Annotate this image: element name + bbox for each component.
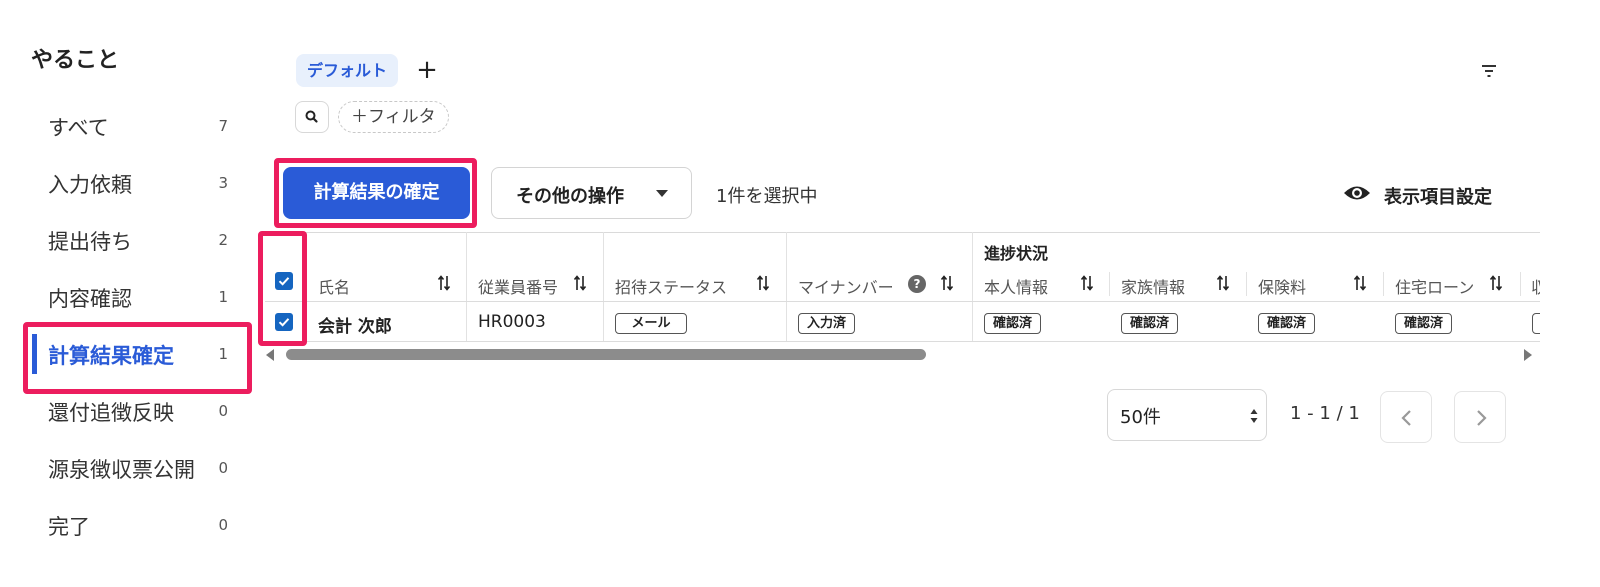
sort-icon[interactable] (1353, 274, 1367, 292)
next-page-button[interactable] (1454, 391, 1506, 443)
prev-page-button[interactable] (1380, 391, 1432, 443)
tab-default[interactable]: デフォルト (296, 54, 399, 87)
sidebar-item-label: 源泉徴収票公開 (48, 458, 195, 482)
self-info-badge: 確認済 (984, 313, 1042, 334)
sidebar-title: やること (31, 48, 120, 73)
header-bottom-border (265, 301, 1540, 302)
sidebar: やること すべて 7 入力依頼 3 提出待ち 2 内容確認 1 計算結果確定 1… (0, 0, 262, 587)
sidebar-item-count: 7 (218, 117, 228, 135)
chevron-left-icon (1401, 410, 1411, 426)
sidebar-item-all[interactable]: すべて 7 (28, 102, 250, 150)
search-button[interactable] (295, 101, 329, 133)
sidebar-item-count: 1 (218, 288, 228, 306)
column-divider (1520, 272, 1521, 296)
sort-icon[interactable] (573, 274, 587, 292)
sort-icon[interactable] (1080, 274, 1094, 292)
add-tab-button[interactable]: + (414, 56, 440, 84)
sidebar-item-count: 0 (218, 516, 228, 534)
sidebar-item-count: 0 (218, 459, 228, 477)
sidebar-item-label: すべて (48, 116, 109, 140)
sidebar-item-done[interactable]: 完了 0 (28, 501, 250, 549)
sidebar-item-label: 完了 (48, 515, 90, 539)
column-divider (1246, 272, 1247, 296)
sidebar-item-label: 提出待ち (48, 230, 132, 254)
column-header-family-info[interactable]: 家族情報 (1121, 274, 1185, 298)
column-divider (603, 232, 604, 342)
column-header-name[interactable]: 氏名 (318, 274, 350, 298)
page-range-text: 1 - 1 / 1 (1290, 403, 1360, 424)
sidebar-item-count: 0 (218, 402, 228, 420)
invite-status-badge: メール (615, 313, 687, 334)
sidebar-item-content-review[interactable]: 内容確認 1 (28, 273, 250, 321)
insurance-badge: 確認済 (1258, 313, 1316, 334)
sidebar-item-count: 3 (218, 174, 228, 192)
column-header-self-info[interactable]: 本人情報 (984, 274, 1048, 298)
scroll-left-arrow[interactable] (266, 349, 274, 361)
sort-icon[interactable] (756, 274, 770, 292)
column-header-employee-no[interactable]: 従業員番号 (478, 274, 558, 298)
cell-name[interactable]: 会計 次郎 (318, 312, 392, 337)
column-header-housing-loan[interactable]: 住宅ローン (1395, 274, 1474, 298)
per-page-value: 50件 (1120, 407, 1161, 428)
other-actions-dropdown[interactable]: その他の操作 (491, 167, 692, 219)
sort-icon[interactable] (1216, 274, 1230, 292)
display-settings-label: 表示項目設定 (1384, 187, 1492, 208)
progress-group-header: 進捗状況 (984, 244, 1049, 263)
select-arrows-icon (1250, 409, 1258, 423)
housing-loan-badge: 確認済 (1395, 313, 1453, 334)
annotation-highlight-sidebar (23, 322, 252, 394)
table-top-border (265, 232, 1540, 233)
search-icon (305, 110, 318, 123)
sidebar-item-label: 還付追徴反映 (48, 401, 174, 425)
column-divider (1109, 272, 1110, 296)
sidebar-item-count: 2 (218, 231, 228, 249)
caret-down-icon (656, 190, 668, 197)
sidebar-item-input-request[interactable]: 入力依頼 3 (28, 159, 250, 207)
column-divider (972, 232, 973, 342)
column-header-insurance[interactable]: 保険料 (1258, 274, 1306, 298)
sidebar-item-withholding-publish[interactable]: 源泉徴収票公開 0 (28, 444, 250, 492)
filter-icon[interactable] (1478, 62, 1500, 80)
my-number-badge: 入力済 (798, 313, 856, 334)
next-badge (1532, 313, 1540, 334)
column-header-next[interactable]: 収 (1531, 274, 1540, 298)
other-actions-label: その他の操作 (516, 186, 624, 207)
annotation-highlight-checkbox (258, 231, 307, 346)
column-divider (1383, 272, 1384, 296)
column-header-invite-status[interactable]: 招待ステータス (615, 274, 727, 298)
scroll-right-arrow[interactable] (1524, 349, 1532, 361)
sidebar-item-label: 入力依頼 (48, 173, 132, 197)
annotation-highlight-confirm (274, 158, 477, 228)
per-page-select[interactable]: 50件 (1107, 389, 1267, 441)
selected-count-text: 1件を選択中 (716, 186, 818, 207)
sidebar-item-label: 内容確認 (48, 287, 132, 311)
horizontal-scrollbar-thumb[interactable] (286, 349, 926, 360)
family-info-badge: 確認済 (1121, 313, 1179, 334)
chevron-right-icon (1477, 410, 1487, 426)
column-header-my-number[interactable]: マイナンバー (798, 274, 894, 298)
column-divider (786, 232, 787, 342)
add-filter-button[interactable]: ＋フィルタ (338, 101, 449, 133)
help-icon[interactable]: ? (908, 275, 926, 293)
sidebar-item-refund-reflect[interactable]: 還付追徴反映 0 (28, 387, 250, 435)
sort-icon[interactable] (940, 274, 954, 292)
row-bottom-border (265, 341, 1540, 342)
employee-table: 進捗状況 氏名 従業員番号 招待ステータス マイナンバー ? 本人情報 家族情報… (265, 232, 1540, 344)
sidebar-item-awaiting-submission[interactable]: 提出待ち 2 (28, 216, 250, 264)
sort-icon[interactable] (437, 274, 451, 292)
sort-icon[interactable] (1489, 274, 1503, 292)
column-divider (466, 232, 467, 342)
cell-employee-no: HR0003 (478, 312, 546, 332)
eye-icon (1344, 186, 1370, 200)
